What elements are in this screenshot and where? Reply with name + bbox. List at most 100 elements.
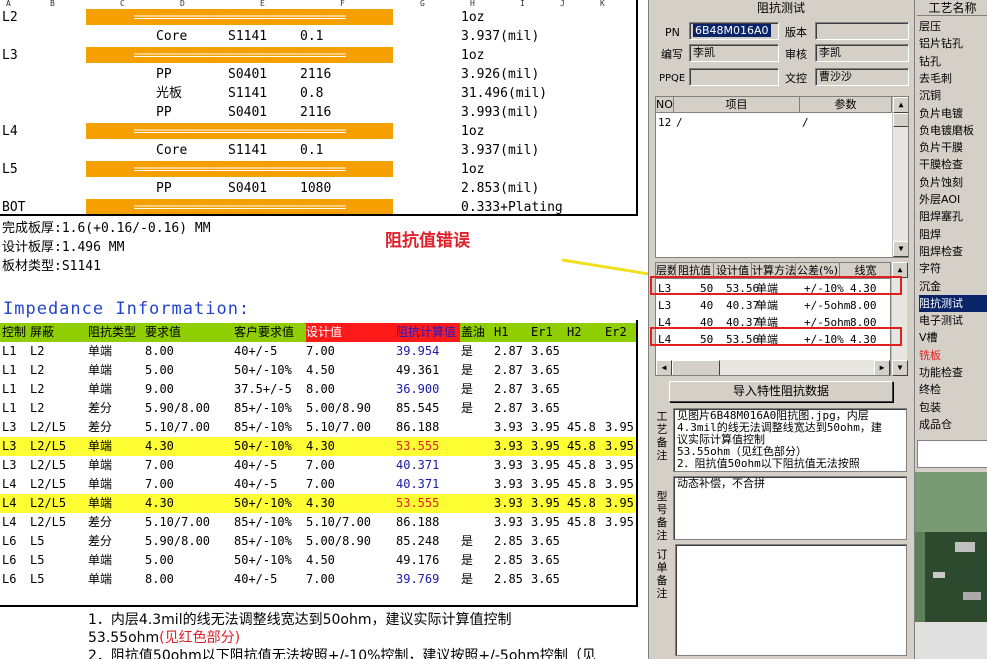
items-grid[interactable]: NO 项目 参数 12 / / ▲ ▼ <box>655 96 909 258</box>
impedance-cell-s: L5 <box>30 534 45 548</box>
impedance-cell-h1: 3.93 <box>494 496 523 510</box>
process-item[interactable]: 沉铜 <box>919 87 987 104</box>
process-item[interactable]: 外层AOI <box>919 191 987 208</box>
impedance-cell-r: 4.30 <box>145 496 174 510</box>
process-item[interactable]: 负片蚀刻 <box>919 174 987 191</box>
board-summary: 完成板厚:1.6(+0.16/-0.16) MM 设计板厚:1.496 MM 板… <box>2 219 211 276</box>
material-kind: PP <box>156 105 172 120</box>
impedance-row: L1 L2 差分 5.90/8.00 85+/-10% 5.00/8.90 85.545 是 2… <box>0 399 636 418</box>
impedance-cell-h1: 2.87 <box>494 382 523 396</box>
process-item[interactable]: 层压 <box>919 18 987 35</box>
impedance-cell-c: L1 <box>2 344 17 358</box>
process-item[interactable]: 铝片钻孔 <box>919 35 987 52</box>
process-item[interactable]: 负片电镀 <box>919 105 987 122</box>
process-item[interactable]: 铣板 <box>919 347 987 364</box>
impedance-cell-er2: 3.95 <box>605 458 634 472</box>
impedance-cell-er2: 3.95 <box>605 496 634 510</box>
impedance-cell-cr: 40+/-5 <box>234 477 278 491</box>
stackup-row: BOT ================================== 0.3… <box>0 198 636 214</box>
hscroll-thumb[interactable] <box>672 360 720 375</box>
impedance-cell-d: 4.30 <box>306 439 335 453</box>
impedance-cell-r: 8.00 <box>145 572 174 586</box>
imp-hscrollbar[interactable]: ◀ ▶ <box>656 360 890 375</box>
note-red-part: (见红色部分) <box>159 630 241 646</box>
impedance-cell-h1: 2.87 <box>494 401 523 415</box>
impedance-cell-oil: 是 <box>461 382 474 396</box>
impedance-cell-er1: 3.95 <box>531 477 560 491</box>
layer-name: L5 <box>2 162 18 177</box>
items-scrollbar[interactable]: ▲ ▼ <box>892 97 908 257</box>
model-note-memo[interactable]: 动态补偿，不合拼 <box>673 476 907 540</box>
process-item[interactable]: 阻抗测试 <box>919 294 987 312</box>
column-letter: B <box>50 0 55 8</box>
process-item[interactable]: 干膜检查 <box>919 156 987 173</box>
order-note-memo[interactable] <box>675 544 907 656</box>
impedance-cell-calc: 53.555 <box>396 439 440 453</box>
imp-grid-cell-width: 8.00 <box>850 299 877 312</box>
imp-grid-cell-method: 单端 <box>756 299 778 312</box>
scroll-left-icon[interactable]: ◀ <box>656 360 672 375</box>
scroll-right-icon[interactable]: ▶ <box>874 360 890 375</box>
impedance-cell-c: L1 <box>2 363 17 377</box>
process-item[interactable]: 沉金 <box>919 278 987 295</box>
column-letter: K <box>600 0 605 8</box>
material-code: S0401 <box>228 181 268 196</box>
impedance-cell-calc: 86.188 <box>396 515 440 529</box>
process-item[interactable]: 钻孔 <box>919 53 987 70</box>
scroll-up-icon[interactable]: ▲ <box>893 97 908 113</box>
process-item[interactable]: 电子测试 <box>919 312 987 329</box>
process-item[interactable]: 阻焊塞孔 <box>919 208 987 225</box>
layer-thickness: 3.937(mil) <box>461 143 540 158</box>
process-item[interactable]: V槽 <box>919 329 987 346</box>
process-item[interactable]: 负片干膜 <box>919 139 987 156</box>
impedance-cell-s: L2/L5 <box>30 439 67 453</box>
impedance-cell-c: L6 <box>2 553 17 567</box>
scroll-down-icon[interactable]: ▼ <box>893 241 908 257</box>
impedance-cell-c: L6 <box>2 534 17 548</box>
column-letter: G <box>420 0 425 8</box>
process-item[interactable]: 字符 <box>919 260 987 277</box>
impedance-cell-h2: 45.8 <box>567 496 596 510</box>
items-row-param: / <box>802 116 809 129</box>
review-field[interactable]: 李凯 <box>815 44 909 62</box>
process-item[interactable]: 功能检查 <box>919 364 987 381</box>
version-field[interactable] <box>815 22 909 40</box>
author-field[interactable]: 李凯 <box>689 44 779 62</box>
impedance-header-cell: 设计值 <box>306 323 396 342</box>
impedance-header-cell: 盖油 <box>461 325 486 339</box>
imp-grid-cell-design: 40.37 <box>726 299 760 312</box>
impedance-cell-calc: 39.769 <box>396 572 440 586</box>
process-item[interactable]: 包装 <box>919 399 987 416</box>
material-code: S1141 <box>228 29 268 44</box>
process-item[interactable]: 负电镀磨板 <box>919 122 987 139</box>
stackup-row: L2 ================================== 1oz <box>0 8 636 27</box>
scroll-thumb[interactable] <box>893 113 908 127</box>
ppqe-field[interactable] <box>689 68 779 86</box>
impedance-cell-c: L3 <box>2 439 17 453</box>
layer-thickness: 3.926(mil) <box>461 67 540 82</box>
process-input[interactable] <box>917 440 987 468</box>
impedance-header-cell: 控制 <box>2 325 27 339</box>
column-letter: C <box>120 0 125 8</box>
impedance-cell-t: 差分 <box>88 534 113 548</box>
process-item[interactable]: 终检 <box>919 381 987 398</box>
impedance-cell-s: L2/L5 <box>30 477 67 491</box>
process-item[interactable]: 成品仓 <box>919 416 987 433</box>
import-impedance-button[interactable]: 导入特性阻抗数据 <box>669 381 893 402</box>
process-item[interactable]: 阻焊检查 <box>919 243 987 260</box>
material-spec: 2116 <box>300 67 332 82</box>
impedance-cell-t: 单端 <box>88 477 113 491</box>
copper-bar: ================================== <box>86 9 393 25</box>
material-type: 板材类型:S1141 <box>2 259 101 274</box>
process-item[interactable]: 去毛刺 <box>919 70 987 87</box>
scroll-down-icon[interactable]: ▼ <box>892 360 908 376</box>
impedance-cell-d: 5.00/8.90 <box>306 534 372 548</box>
impedance-cell-s: L2 <box>30 382 45 396</box>
craft-note-memo[interactable]: 见图片6B48M016A0阻抗图.jpg，内层 4.3mil的线无法调整线宽达到5… <box>673 408 907 472</box>
doc-field[interactable]: 曹沙沙 <box>815 68 909 86</box>
process-item[interactable]: 阻焊 <box>919 226 987 243</box>
ppqe-label: PPQE <box>659 73 686 84</box>
pn-field[interactable]: 6B48M016A0 <box>689 22 779 40</box>
imp-grid-cell-imp: 40 <box>700 299 714 312</box>
impedance-cell-h1: 2.87 <box>494 363 523 377</box>
